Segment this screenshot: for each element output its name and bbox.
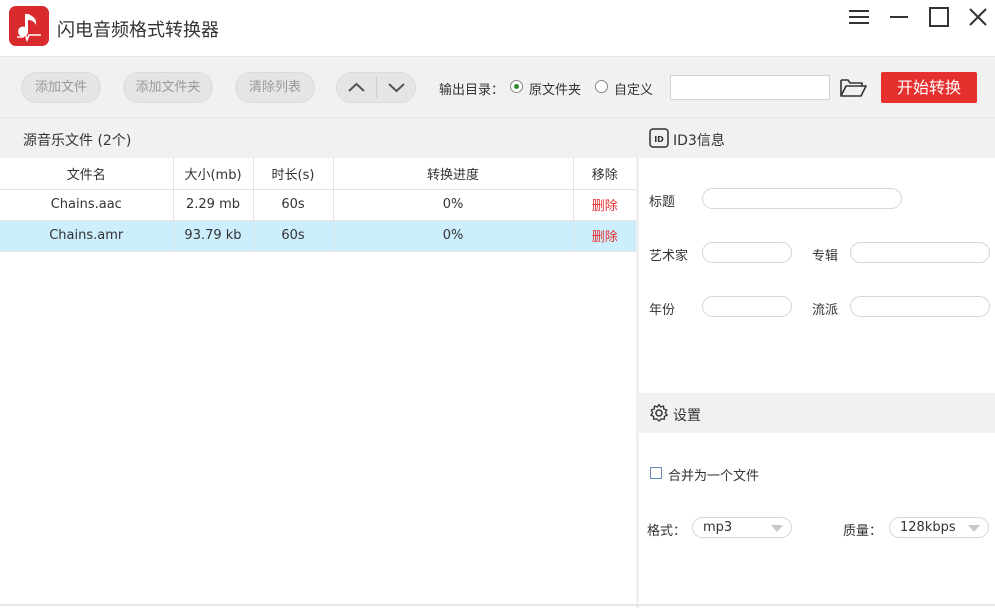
reorder-buttons <box>336 72 416 103</box>
settings-title: 设置 <box>673 408 701 424</box>
dropdown-arrow-icon <box>968 525 980 532</box>
chevron-up-icon <box>348 82 365 92</box>
format-value: mp3 <box>703 520 733 535</box>
toolbar: 添加文件 添加文件夹 清除列表 输出目录： 原文件夹 自定义 开始转换 <box>0 56 995 118</box>
menu-button[interactable] <box>845 5 873 29</box>
table-row[interactable]: Chains.aac 2.29 mb 60s 0% 删除 <box>0 189 636 221</box>
artist-label: 艺术家 <box>649 249 689 264</box>
delete-link[interactable]: 删除 <box>573 189 636 221</box>
year-label: 年份 <box>649 303 676 318</box>
file-table: 文件名 大小(mb) 时长(s) 转换进度 移除 Chains.aac 2.29… <box>0 158 636 252</box>
quality-select[interactable]: 128kbps <box>889 517 989 538</box>
music-note-icon <box>17 14 41 43</box>
quality-label: 质量： <box>843 524 883 539</box>
col-progress: 转换进度 <box>333 158 574 190</box>
app-window: 闪电音频格式转换器 添加文件 添加文件夹 清除列表 输出目录： 原文件夹 自定义… <box>0 0 995 611</box>
clear-list-button[interactable]: 清除列表 <box>235 72 315 103</box>
browse-folder-button[interactable] <box>838 75 868 100</box>
merge-label[interactable]: 合并为一个文件 <box>668 465 759 484</box>
folder-open-icon <box>840 79 867 97</box>
maximize-icon <box>929 7 949 27</box>
gear-icon <box>650 403 668 422</box>
col-size: 大小(mb) <box>173 158 254 190</box>
maximize-button[interactable] <box>925 5 953 29</box>
side-panel: ID ID3信息 标题 艺术家 专辑 年份 流派 设置 合并为一个文件 格式： … <box>639 118 995 608</box>
col-filename: 文件名 <box>0 158 174 190</box>
add-folder-button[interactable]: 添加文件夹 <box>123 72 213 103</box>
radio-source-folder[interactable] <box>510 80 523 93</box>
col-duration: 时长(s) <box>253 158 334 190</box>
move-up-button[interactable] <box>337 73 376 102</box>
file-duration-cell: 60s <box>253 220 334 252</box>
table-row[interactable]: Chains.amr 93.79 kb 60s 0% 删除 <box>0 220 636 252</box>
album-label: 专辑 <box>812 249 839 264</box>
add-file-button[interactable]: 添加文件 <box>21 72 101 103</box>
output-path-input[interactable] <box>670 75 830 100</box>
col-remove: 移除 <box>573 158 636 190</box>
file-progress-cell: 0% <box>333 189 574 221</box>
file-name-cell: Chains.aac <box>0 189 174 221</box>
app-logo <box>9 6 49 46</box>
merge-checkbox[interactable] <box>650 467 662 479</box>
start-convert-button[interactable]: 开始转换 <box>881 72 977 103</box>
app-title: 闪电音频格式转换器 <box>57 20 219 41</box>
file-name-cell: Chains.amr <box>0 220 174 252</box>
file-size-cell: 2.29 mb <box>173 189 254 221</box>
format-select[interactable]: mp3 <box>692 517 792 538</box>
close-button[interactable] <box>964 5 992 29</box>
radio-custom-label[interactable]: 自定义 <box>614 79 653 98</box>
title-bar: 闪电音频格式转换器 <box>0 0 995 56</box>
year-input[interactable] <box>702 296 792 317</box>
radio-source-label[interactable]: 原文件夹 <box>529 79 581 98</box>
table-header-row: 文件名 大小(mb) 时长(s) 转换进度 移除 <box>0 158 636 190</box>
settings-header: 设置 <box>639 393 995 433</box>
file-list-header: 源音乐文件 (2个) <box>0 118 636 158</box>
file-size-cell: 93.79 kb <box>173 220 254 252</box>
genre-label: 流派 <box>812 303 839 318</box>
file-list-title: 源音乐文件 (2个) <box>23 133 132 149</box>
genre-input[interactable] <box>850 296 990 317</box>
title-label: 标题 <box>649 195 676 210</box>
quality-value: 128kbps <box>900 520 956 535</box>
id3-title: ID3信息 <box>673 133 725 149</box>
delete-link[interactable]: 删除 <box>573 220 636 252</box>
move-down-button[interactable] <box>377 73 415 102</box>
bottom-border <box>0 604 995 606</box>
file-progress-cell: 0% <box>333 220 574 252</box>
format-label: 格式： <box>647 524 687 539</box>
album-input[interactable] <box>850 242 990 263</box>
radio-custom-folder[interactable] <box>595 80 608 93</box>
file-duration-cell: 60s <box>253 189 334 221</box>
minimize-button[interactable] <box>885 5 913 29</box>
title-input[interactable] <box>702 188 902 209</box>
id-card-icon: ID <box>649 128 669 148</box>
file-list-panel: 源音乐文件 (2个) 文件名 大小(mb) 时长(s) 转换进度 移除 Chai… <box>0 118 636 608</box>
artist-input[interactable] <box>702 242 792 263</box>
chevron-down-icon <box>388 83 405 93</box>
close-icon <box>969 8 987 26</box>
dropdown-arrow-icon <box>771 525 783 532</box>
output-dir-label: 输出目录： <box>439 83 505 98</box>
minimize-icon <box>890 16 908 18</box>
id3-header: ID ID3信息 <box>639 118 995 158</box>
menu-icon <box>849 10 869 24</box>
svg-text:ID: ID <box>654 135 664 144</box>
